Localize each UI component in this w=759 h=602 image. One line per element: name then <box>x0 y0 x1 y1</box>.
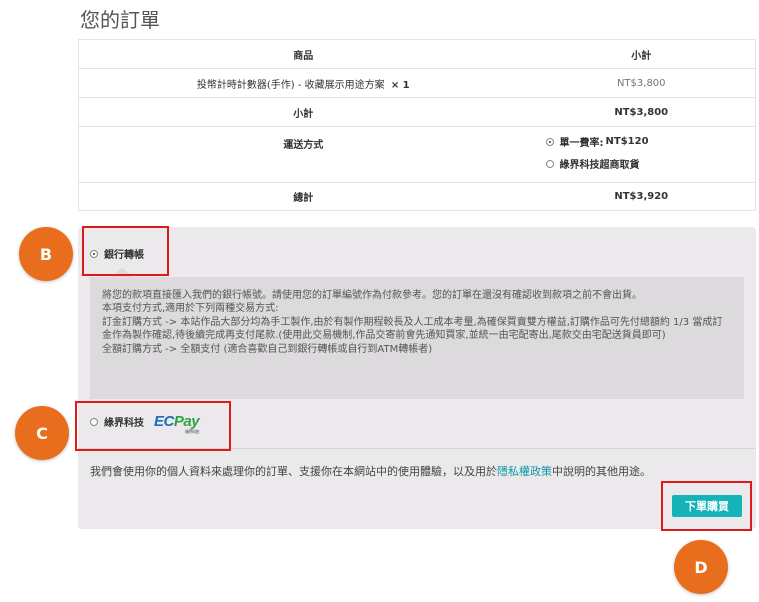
privacy-policy-link[interactable]: 隱私權政策 <box>497 465 552 478</box>
highlight-box-ecpay <box>75 401 231 451</box>
shipping-option-label: 單一費率: <box>559 138 604 149</box>
column-header-subtotal: 小計 <box>631 50 652 62</box>
table-row: 投幣計時計數器(手作) - 收藏展示用途方案 × 1 NT$3,800 <box>78 68 756 98</box>
page-title: 您的訂單 <box>80 8 160 32</box>
table-row: 總計 NT$3,920 <box>78 182 756 211</box>
order-review-table: 商品 小計 投幣計時計數器(手作) - 收藏展示用途方案 × 1 NT$3,80… <box>78 39 756 211</box>
annotation-marker-b: B <box>19 227 73 281</box>
subtotal-label: 小計 <box>78 97 528 127</box>
shipping-option-flat-rate[interactable]: 單一費率: NT$120 <box>545 134 756 149</box>
cart-item-price: NT$3,800 <box>527 68 756 98</box>
bank-transfer-description: 將您的款項直接匯入我們的銀行帳號。請使用您的訂單編號作為付款參考。您的訂單在還沒… <box>90 267 744 399</box>
shipping-option-label: 綠界科技超商取貨 <box>559 160 640 171</box>
cart-item: 投幣計時計數器(手作) - 收藏展示用途方案 × 1 <box>78 68 528 98</box>
radio-button[interactable] <box>545 137 554 146</box>
table-row: 運送方式 單一費率: NT$120 綠界科技超商取貨 <box>78 126 756 183</box>
description-line: 本項支付方式,適用於下列兩種交易方式: <box>102 303 279 315</box>
total-value: NT$3,920 <box>527 182 756 211</box>
shipping-option-price: NT$120 <box>605 136 649 147</box>
shipping-label: 運送方式 <box>78 126 528 183</box>
description-line: 全額訂購方式 -> 全額支付 (適合喜歡自己到銀行轉帳或自行到ATM轉帳者) <box>102 343 433 355</box>
description-line: 訂金訂購方式 -> 本站作品大部分均為手工製作,由於有製作期程較長及人工成本考量… <box>102 316 723 342</box>
shipping-methods: 單一費率: NT$120 綠界科技超商取貨 <box>527 126 756 183</box>
payment-methods: 銀行轉帳 將您的款項直接匯入我們的銀行帳號。請使用您的訂單編號作為付款參考。您的… <box>78 227 756 529</box>
total-label: 總計 <box>78 182 528 211</box>
subtotal-value: NT$3,800 <box>527 97 756 127</box>
annotation-marker-d: D <box>674 540 728 594</box>
highlight-box-bank-transfer <box>82 226 169 276</box>
cart-item-name: 投幣計時計數器(手作) - 收藏展示用途方案 <box>196 79 385 91</box>
table-header-row: 商品 小計 <box>79 40 756 69</box>
radio-button[interactable] <box>545 159 554 168</box>
highlight-box-place-order <box>661 481 752 531</box>
cart-item-qty: × 1 <box>390 79 410 91</box>
annotation-marker-c: C <box>15 406 69 460</box>
table-row: 小計 NT$3,800 <box>78 97 756 127</box>
column-header-product: 商品 <box>293 50 314 62</box>
privacy-notice: 我們會使用你的個人資料來處理你的訂單、支援你在本網站中的使用體驗，以及用於隱私權… <box>90 465 651 478</box>
description-line: 將您的款項直接匯入我們的銀行帳號。請使用您的訂單編號作為付款參考。您的訂單在還沒… <box>102 290 642 301</box>
shipping-option-cvs-pickup[interactable]: 綠界科技超商取貨 <box>545 156 756 171</box>
